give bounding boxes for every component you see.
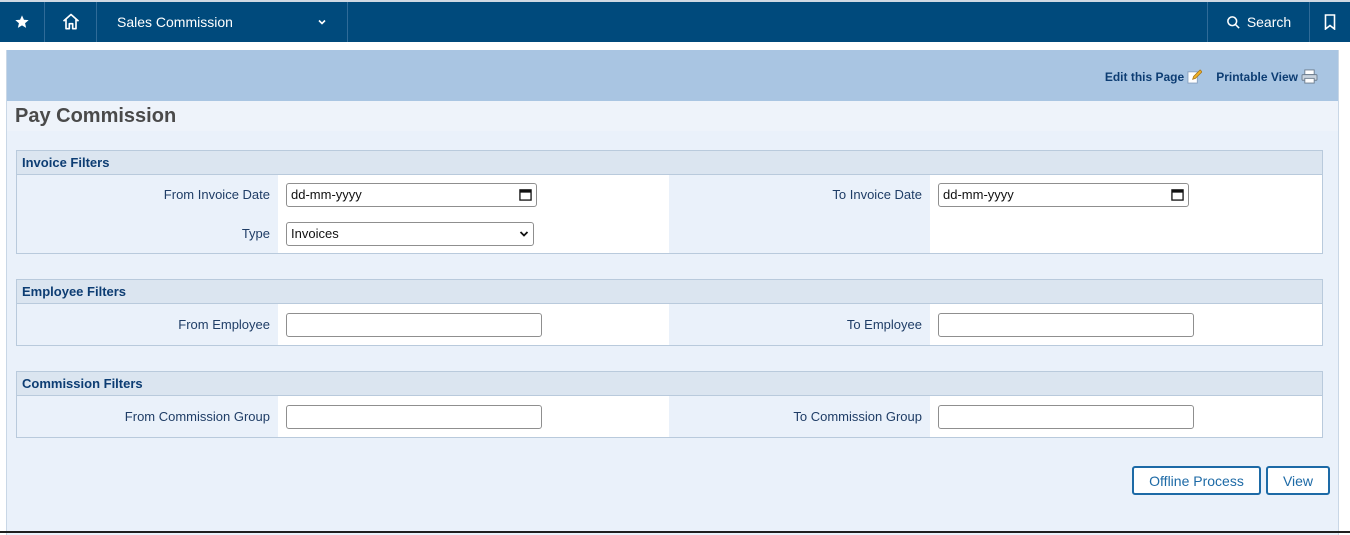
to-commission-group-input[interactable] <box>938 404 1194 429</box>
to-employee-cell <box>930 304 1322 345</box>
page-header: Edit this Page Printable View <box>7 50 1338 101</box>
to-invoice-date-label: To Invoice Date <box>669 175 930 214</box>
from-invoice-date-value: dd-mm-yyyy <box>291 187 362 202</box>
commission-filters-header: Commission Filters <box>17 372 1322 396</box>
bookmark-button[interactable] <box>1310 2 1350 42</box>
empty-label-cell <box>669 214 930 253</box>
chevron-down-icon <box>317 17 327 27</box>
page-links: Edit this Page Printable View <box>1105 69 1318 84</box>
home-icon <box>61 12 81 32</box>
action-buttons: Offline Process View <box>1132 466 1330 495</box>
title-bar: Pay Commission <box>7 101 1338 131</box>
bookmark-icon <box>1324 14 1336 30</box>
search-label: Search <box>1246 14 1292 30</box>
module-selector[interactable]: Sales Commission <box>97 2 348 42</box>
module-label: Sales Commission <box>117 14 233 30</box>
calendar-icon[interactable] <box>1171 188 1184 201</box>
to-commission-group-cell <box>930 396 1322 437</box>
to-invoice-date-input[interactable]: dd-mm-yyyy <box>938 182 1189 207</box>
calendar-icon[interactable] <box>519 188 532 201</box>
topbar-spacer <box>348 2 1208 42</box>
page-title: Pay Commission <box>15 104 177 127</box>
from-invoice-date-cell: dd-mm-yyyy <box>278 175 669 214</box>
from-invoice-date-input[interactable]: dd-mm-yyyy <box>286 182 537 207</box>
type-label: Type <box>17 214 278 253</box>
from-commission-group-input[interactable] <box>286 404 542 429</box>
edit-page-icon <box>1187 69 1203 84</box>
to-commission-group-label: To Commission Group <box>669 396 930 437</box>
from-commission-group-label: From Commission Group <box>17 396 278 437</box>
to-employee-input[interactable] <box>938 312 1194 337</box>
page-container: Edit this Page Printable View Pay Commis… <box>6 50 1339 535</box>
home-button[interactable] <box>45 2 97 42</box>
invoice-filters-header: Invoice Filters <box>17 151 1322 175</box>
from-employee-label: From Employee <box>17 304 278 345</box>
search-button[interactable]: Search <box>1208 2 1310 42</box>
favorites-button[interactable] <box>0 2 45 42</box>
star-icon <box>14 14 30 30</box>
printable-view-link[interactable]: Printable View <box>1216 69 1318 84</box>
type-select[interactable]: Invoices <box>286 221 534 246</box>
from-invoice-date-label: From Invoice Date <box>17 175 278 214</box>
printable-view-label: Printable View <box>1216 69 1298 84</box>
offline-process-button[interactable]: Offline Process <box>1132 466 1261 495</box>
commission-filters-section: Commission Filters From Commission Group… <box>16 371 1323 438</box>
bottom-divider <box>0 531 1350 533</box>
to-employee-label: To Employee <box>669 304 930 345</box>
top-navigation-bar: Sales Commission Search <box>0 0 1350 42</box>
chevron-down-icon <box>519 229 529 239</box>
search-icon <box>1226 15 1241 30</box>
employee-filters-header: Employee Filters <box>17 280 1322 304</box>
to-invoice-date-cell: dd-mm-yyyy <box>930 175 1322 214</box>
from-commission-group-cell <box>278 396 669 437</box>
edit-page-link[interactable]: Edit this Page <box>1104 69 1203 84</box>
from-employee-cell <box>278 304 669 345</box>
view-button[interactable]: View <box>1266 466 1330 495</box>
empty-field-cell <box>930 214 1322 253</box>
from-employee-input[interactable] <box>286 312 542 337</box>
edit-page-label: Edit this Page <box>1104 69 1185 84</box>
type-selected-value: Invoices <box>291 226 339 241</box>
invoice-filters-section: Invoice Filters From Invoice Date dd-mm-… <box>16 150 1323 254</box>
printer-icon <box>1301 69 1318 84</box>
to-invoice-date-value: dd-mm-yyyy <box>943 187 1014 202</box>
employee-filters-section: Employee Filters From Employee To Employ… <box>16 279 1323 346</box>
type-cell: Invoices <box>278 214 669 253</box>
